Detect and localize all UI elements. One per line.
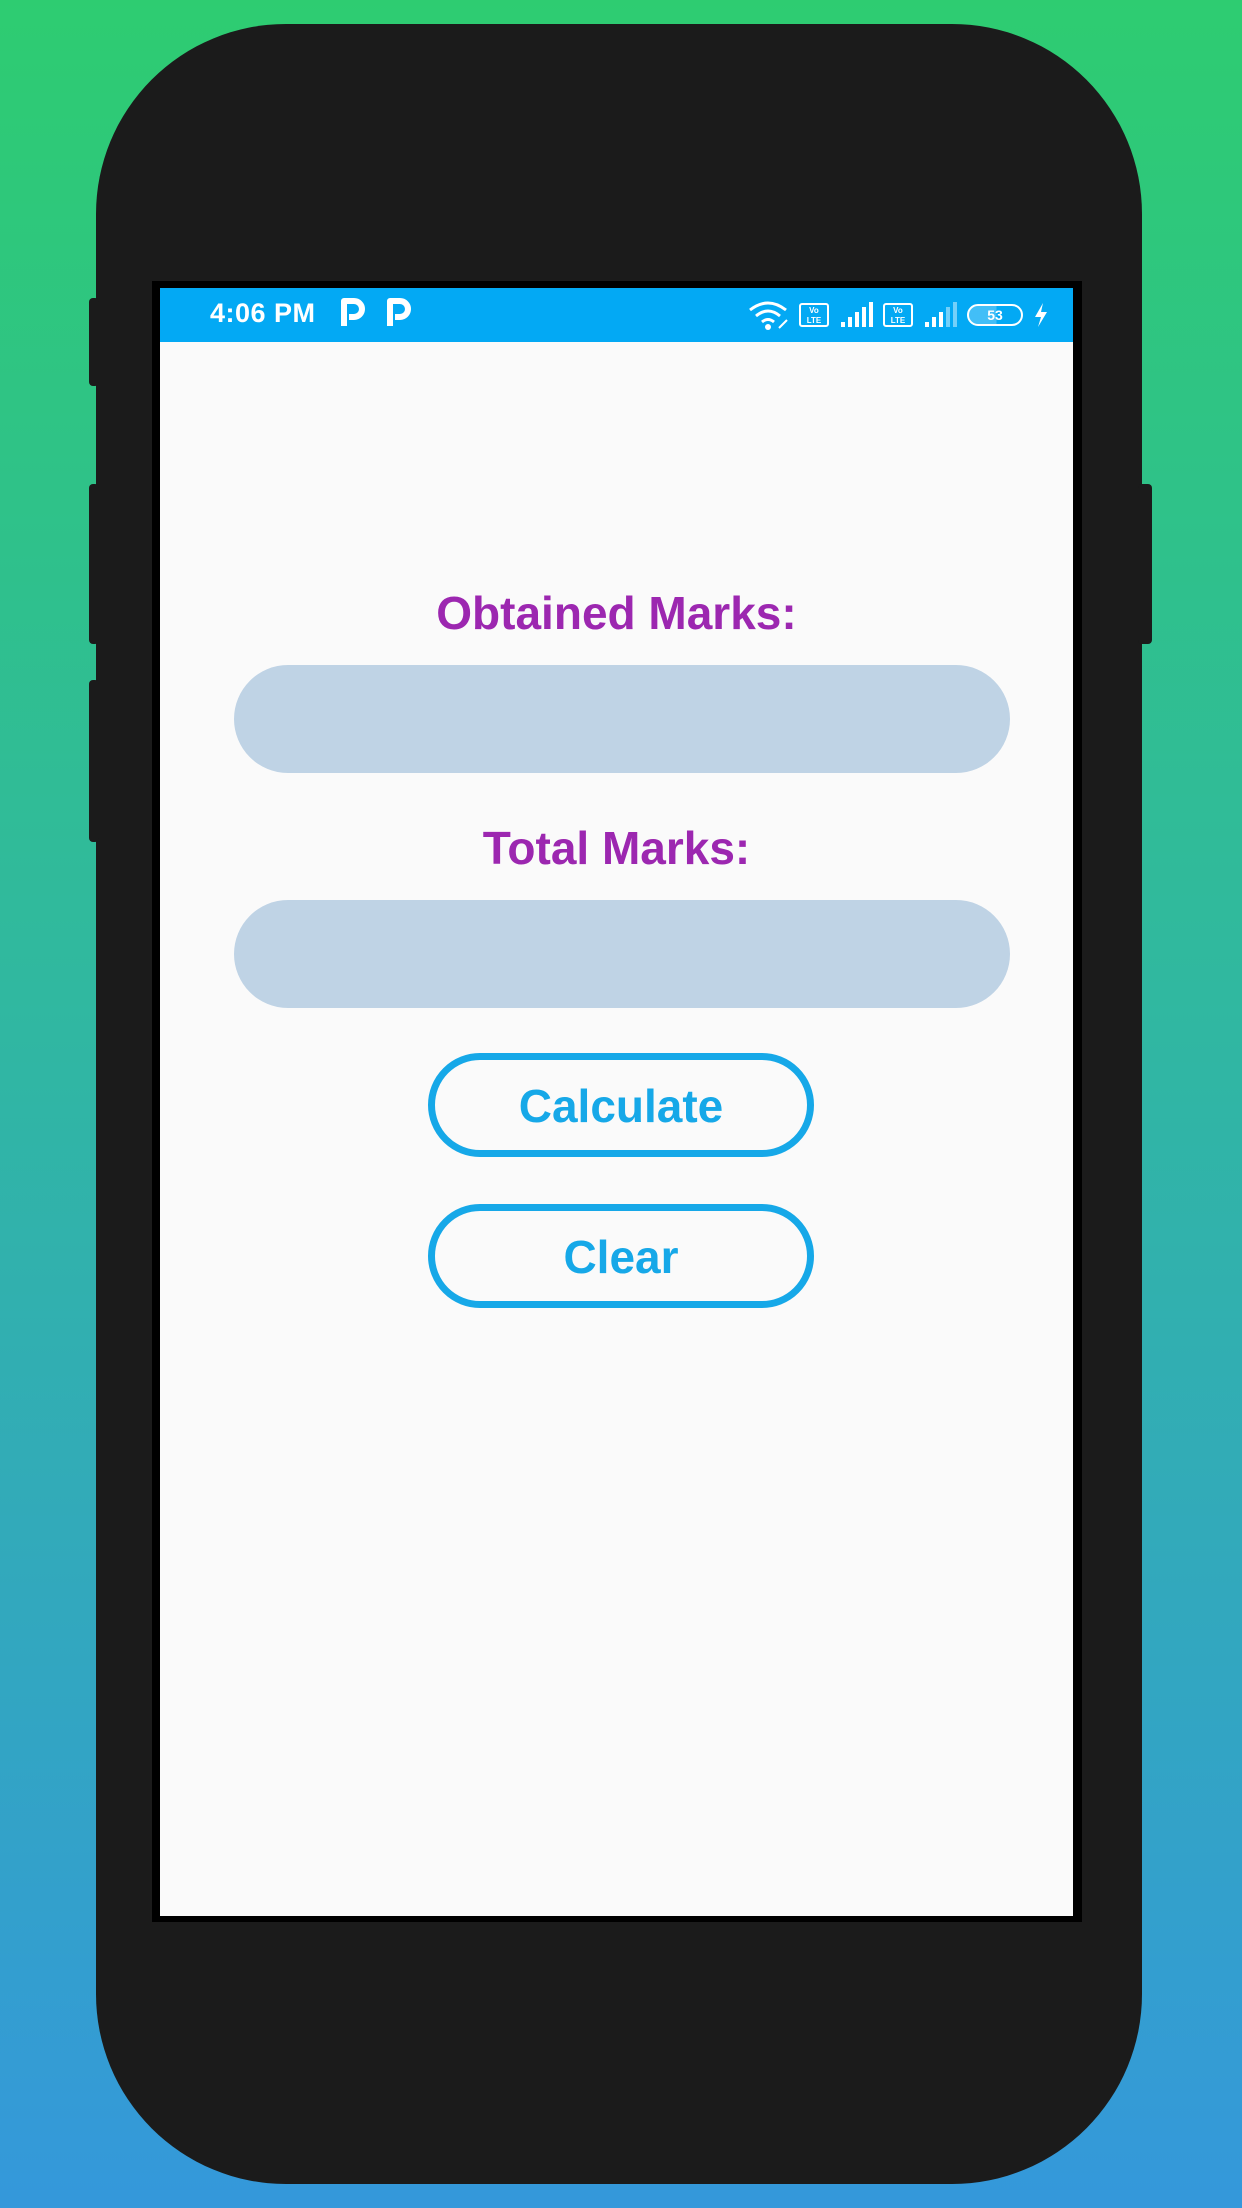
charging-icon <box>1035 303 1047 327</box>
battery-icon: 53 <box>967 304 1023 326</box>
status-bar: 4:06 PM Vo LTE Vo LTE 53 <box>160 288 1073 342</box>
status-icons: Vo LTE Vo LTE 53 <box>747 297 1049 333</box>
wifi-icon <box>749 301 788 330</box>
signal-icon <box>841 302 873 327</box>
obtained-marks-label: Obtained Marks: <box>436 587 797 639</box>
signal-icon <box>925 302 957 327</box>
volte-icon: Vo LTE <box>883 303 913 327</box>
phone-volume-down-button <box>89 680 99 842</box>
phone-power-button <box>1138 484 1152 644</box>
phone-volume-up-button <box>89 484 99 644</box>
total-marks-label: Total Marks: <box>482 822 751 874</box>
obtained-marks-input[interactable] <box>234 665 1010 773</box>
parking-icon <box>387 298 411 326</box>
clear-button[interactable]: Clear <box>428 1204 814 1308</box>
total-marks-input[interactable] <box>234 900 1010 1008</box>
volte-icon: Vo LTE <box>799 303 829 327</box>
phone-side-button <box>89 298 99 386</box>
status-time: 4:06 PM <box>210 298 316 328</box>
app-screen: 4:06 PM Vo LTE Vo LTE 53 Obtained Marks:… <box>160 288 1073 1916</box>
parking-icon <box>341 298 365 326</box>
calculate-button[interactable]: Calculate <box>428 1053 814 1157</box>
